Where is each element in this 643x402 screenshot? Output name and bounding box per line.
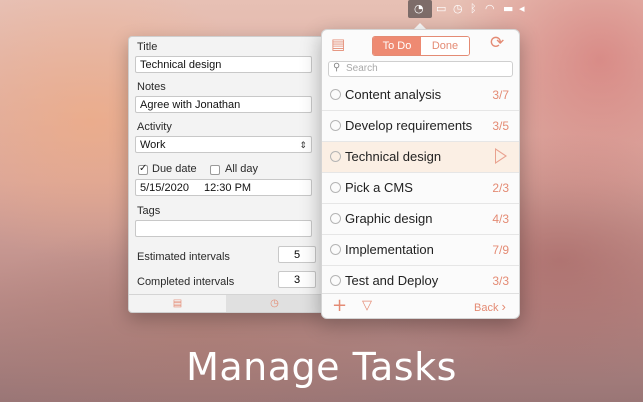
menu-bar: ◔ ▭ ◷ ᛒ ◠ ▬ ◂ xyxy=(0,0,643,18)
task-row[interactable]: Graphic design 4/3 xyxy=(322,204,519,235)
task-interval-count: 4/3 xyxy=(492,212,509,226)
activity-label: Activity xyxy=(137,121,172,133)
all-day-label: All day xyxy=(225,163,259,175)
date-value[interactable]: 5/15/2020 xyxy=(140,182,189,194)
volume-icon[interactable]: ◂ xyxy=(519,2,525,16)
search-input[interactable]: ⚲ Search xyxy=(328,61,513,77)
time-machine-icon[interactable]: ◷ xyxy=(453,2,463,16)
notes-tab-icon: ▤ xyxy=(172,298,183,309)
notes-label: Notes xyxy=(137,81,166,93)
title-field[interactable]: Technical design xyxy=(135,56,312,73)
task-name: Develop requirements xyxy=(345,118,473,133)
task-name: Graphic design xyxy=(345,211,433,226)
task-name: Pick a CMS xyxy=(345,180,413,195)
add-icon[interactable]: + xyxy=(332,295,347,316)
clock-tab-icon: ◷ xyxy=(270,298,279,309)
tasks-popover: ▤ To Do Done ⟳ ⚲ Search Content analysis… xyxy=(321,29,520,319)
completed-intervals-label: Completed intervals xyxy=(137,276,235,288)
marketing-headline: Manage Tasks xyxy=(186,345,457,389)
task-list-icon[interactable]: ▤ xyxy=(331,35,345,53)
task-row[interactable]: Pick a CMS 2/3 xyxy=(322,173,519,204)
task-name: Test and Deploy xyxy=(345,273,439,288)
estimated-intervals-label: Estimated intervals xyxy=(137,251,230,263)
search-placeholder: Search xyxy=(346,63,378,74)
activity-select[interactable]: Work ⇕ xyxy=(135,136,312,153)
estimated-intervals-field[interactable]: 5 xyxy=(278,246,316,263)
time-value[interactable]: 12:30 PM xyxy=(204,182,251,194)
task-interval-count: 2/3 xyxy=(492,181,509,195)
all-day-checkbox[interactable] xyxy=(210,165,220,175)
task-complete-circle[interactable] xyxy=(330,120,341,131)
back-button[interactable]: Back › xyxy=(474,299,506,314)
clock-tab[interactable]: ◷ xyxy=(226,295,323,312)
pomodoro-menu-button[interactable]: ◔ xyxy=(408,0,432,18)
task-complete-circle[interactable] xyxy=(330,151,341,162)
wifi-icon[interactable]: ◠ xyxy=(485,2,495,16)
sync-icon[interactable]: ⟳ xyxy=(490,33,504,53)
task-row[interactable]: Develop requirements 3/5 xyxy=(322,111,519,142)
chevron-right-icon: › xyxy=(501,299,506,314)
task-interval-count: 3/7 xyxy=(492,88,509,102)
due-date-checkbox[interactable] xyxy=(138,163,148,175)
tags-field[interactable] xyxy=(135,220,312,237)
chevron-updown-icon: ⇕ xyxy=(299,140,307,150)
task-row[interactable]: Implementation 7/9 xyxy=(322,235,519,266)
task-complete-circle[interactable] xyxy=(330,244,341,255)
tags-label: Tags xyxy=(137,205,161,217)
task-interval-count: 3/5 xyxy=(492,119,509,133)
bluetooth-icon[interactable]: ᛒ xyxy=(470,2,477,16)
notes-tab[interactable]: ▤ xyxy=(129,295,226,312)
task-interval-count: 3/3 xyxy=(492,274,509,288)
task-row[interactable]: Content analysis 3/7 xyxy=(322,80,519,111)
task-name: Technical design xyxy=(345,149,442,164)
task-complete-circle[interactable] xyxy=(330,275,341,286)
completed-intervals-field[interactable]: 3 xyxy=(278,271,316,288)
detail-tabs: ▤ ◷ xyxy=(129,294,324,312)
task-row-selected[interactable]: Technical design xyxy=(322,142,519,173)
popover-bottom-bar: + ▽ Back › xyxy=(322,293,519,318)
date-time-picker[interactable]: 5/15/2020 12:30 PM xyxy=(135,179,312,196)
title-label: Title xyxy=(137,41,158,53)
airplay-icon[interactable]: ▭ xyxy=(436,2,446,16)
filter-icon[interactable]: ▽ xyxy=(362,298,372,313)
todo-done-segment: To Do Done xyxy=(372,36,470,56)
done-segment-button[interactable]: Done xyxy=(421,37,469,55)
task-complete-circle[interactable] xyxy=(330,213,341,224)
play-icon[interactable] xyxy=(495,148,507,164)
task-name: Content analysis xyxy=(345,87,442,102)
back-label: Back xyxy=(474,302,499,314)
task-complete-circle[interactable] xyxy=(330,182,341,193)
task-detail-panel: Title Technical design Notes Agree with … xyxy=(128,36,325,313)
task-interval-count: 7/9 xyxy=(492,243,509,257)
task-name: Implementation xyxy=(345,242,434,257)
flag-icon[interactable]: ▬ xyxy=(503,2,513,16)
search-icon: ⚲ xyxy=(333,62,341,73)
todo-segment-button[interactable]: To Do xyxy=(373,37,421,55)
notes-field[interactable]: Agree with Jonathan xyxy=(135,96,312,113)
activity-value: Work xyxy=(140,139,166,151)
due-date-label: Due date xyxy=(152,163,197,175)
pomodoro-timer-icon: ◔ xyxy=(414,2,424,15)
task-complete-circle[interactable] xyxy=(330,89,341,100)
